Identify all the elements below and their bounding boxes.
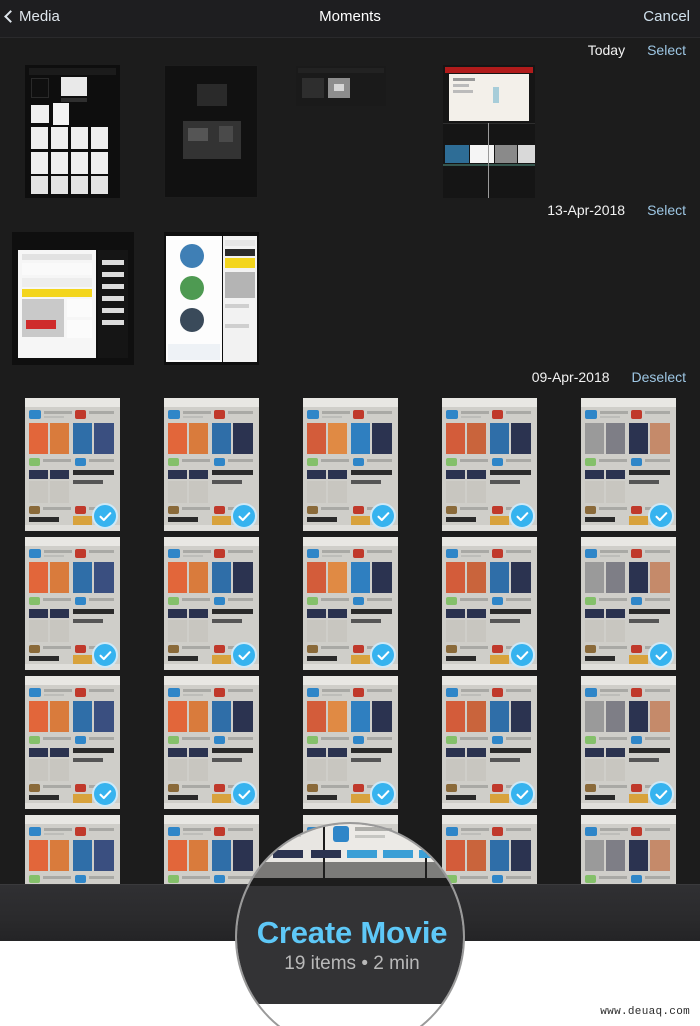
photo-thumbnail[interactable] xyxy=(442,398,537,531)
photo-thumbnail[interactable] xyxy=(25,398,120,531)
photo-thumbnail[interactable] xyxy=(25,65,120,198)
section-select-button[interactable]: Select xyxy=(647,202,686,218)
photo-thumbnail[interactable] xyxy=(25,537,120,670)
navigation-bar: Media Moments Cancel xyxy=(0,0,700,38)
photo-thumbnail[interactable] xyxy=(12,232,134,365)
section-date-label: 13-Apr-2018 xyxy=(547,202,626,218)
section-header-13-apr-2018: 13-Apr-2018 Select xyxy=(0,196,700,224)
selected-checkmark-icon[interactable] xyxy=(370,781,396,807)
page-title: Moments xyxy=(319,8,381,25)
selected-checkmark-icon[interactable] xyxy=(648,642,674,668)
selected-checkmark-icon[interactable] xyxy=(231,781,257,807)
magnifier-callout: Create Movie 19 items • 2 min xyxy=(235,822,465,1026)
photo-thumbnail[interactable] xyxy=(25,676,120,809)
section-header-09-apr-2018: 09-Apr-2018 Deselect xyxy=(0,363,700,391)
photo-thumbnail[interactable] xyxy=(581,398,676,531)
photo-thumbnail[interactable] xyxy=(443,65,535,198)
create-movie-subtitle: 19 items • 2 min xyxy=(284,953,420,974)
photo-thumbnail[interactable] xyxy=(303,537,398,670)
selected-checkmark-icon[interactable] xyxy=(92,503,118,529)
selected-checkmark-icon[interactable] xyxy=(509,781,535,807)
cancel-button[interactable]: Cancel xyxy=(643,8,690,25)
selected-checkmark-icon[interactable] xyxy=(648,781,674,807)
site-watermark: www.deuaq.com xyxy=(600,1006,690,1018)
selected-checkmark-icon[interactable] xyxy=(648,503,674,529)
photo-thumbnail[interactable] xyxy=(164,65,258,198)
photo-thumbnail[interactable] xyxy=(303,398,398,531)
photo-thumbnail[interactable] xyxy=(296,66,386,106)
photo-thumbnail[interactable] xyxy=(164,398,259,531)
create-movie-title[interactable]: Create Movie xyxy=(257,917,448,948)
selected-checkmark-icon[interactable] xyxy=(92,781,118,807)
photo-thumbnail[interactable] xyxy=(581,537,676,670)
photo-thumbnail[interactable] xyxy=(164,676,259,809)
section-select-button[interactable]: Select xyxy=(647,42,686,58)
photo-thumbnail[interactable] xyxy=(164,232,259,365)
section-date-label: 09-Apr-2018 xyxy=(531,369,610,385)
create-movie-sheet[interactable]: Create Movie 19 items • 2 min xyxy=(237,886,463,1004)
selected-checkmark-icon[interactable] xyxy=(509,503,535,529)
photo-thumbnail[interactable] xyxy=(303,676,398,809)
selected-checkmark-icon[interactable] xyxy=(231,642,257,668)
selected-checkmark-icon[interactable] xyxy=(231,503,257,529)
section-header-today: Today Select xyxy=(0,36,700,64)
selected-checkmark-icon[interactable] xyxy=(370,503,396,529)
photo-thumbnail[interactable] xyxy=(442,676,537,809)
photos-moments-app: Media Moments Cancel Today Select 13-Apr… xyxy=(0,0,700,941)
photo-thumbnail[interactable] xyxy=(442,537,537,670)
section-date-label: Today xyxy=(587,42,626,58)
section-deselect-button[interactable]: Deselect xyxy=(632,369,686,385)
photo-thumbnail[interactable] xyxy=(164,537,259,670)
photo-thumbnail[interactable] xyxy=(581,676,676,809)
screenshot-root: Media Moments Cancel Today Select 13-Apr… xyxy=(0,0,700,1026)
magnified-photo-strip xyxy=(237,824,463,886)
selected-checkmark-icon[interactable] xyxy=(92,642,118,668)
selected-checkmark-icon[interactable] xyxy=(370,642,396,668)
selected-checkmark-icon[interactable] xyxy=(509,642,535,668)
magnifier-lower-blank xyxy=(237,1004,463,1026)
